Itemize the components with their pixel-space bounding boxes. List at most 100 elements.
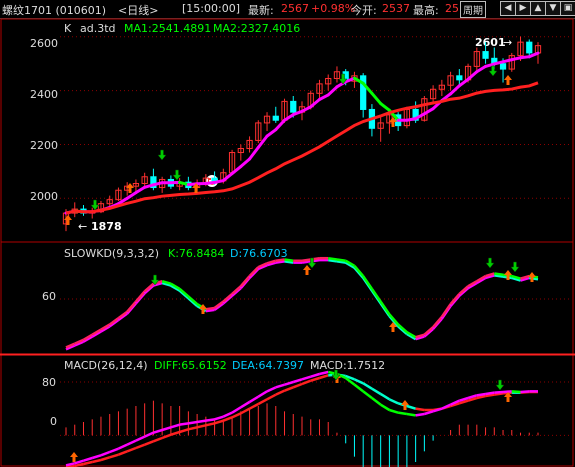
macd-diff-segment bbox=[397, 411, 408, 416]
macd-diff-segment bbox=[74, 459, 84, 465]
ma-fast-segment bbox=[422, 107, 435, 116]
kd-label: SLOWKD(9,3,3,2) bbox=[64, 247, 159, 260]
ma-fast-segment bbox=[309, 98, 321, 109]
macd-dea-segment bbox=[362, 382, 373, 390]
buy-arrow-icon bbox=[528, 272, 536, 282]
macd-diff-segment bbox=[117, 443, 128, 450]
macd-diff-segment bbox=[248, 395, 259, 404]
macd-dea-segment bbox=[135, 443, 146, 450]
ma-fast-segment bbox=[326, 85, 339, 97]
macd-dea-segment bbox=[179, 428, 189, 434]
price-tick: 2400 bbox=[30, 88, 58, 101]
macd-dea-segment bbox=[126, 446, 137, 453]
ma-fast-segment bbox=[527, 51, 540, 59]
buy-arrow-icon bbox=[504, 75, 512, 85]
macd-dea-segment bbox=[266, 393, 277, 401]
macd-dea-segment bbox=[319, 374, 329, 380]
ma-fast-segment bbox=[370, 91, 383, 106]
macd-dea-segment bbox=[109, 453, 119, 459]
price-tick: 2000 bbox=[30, 190, 58, 203]
macd-dea-segment bbox=[257, 398, 268, 406]
high-marker-label: 2601 bbox=[475, 36, 506, 49]
ma-fast-segment bbox=[230, 165, 243, 176]
macd-diff-segment bbox=[319, 370, 329, 376]
macd-dea-value: DEA:64.7397 bbox=[232, 359, 304, 372]
sell-arrow-icon bbox=[488, 65, 498, 77]
ma-fast-segment bbox=[256, 134, 269, 149]
macd-dea-segment bbox=[231, 412, 242, 419]
macd-diff-value: DIFF:65.6152 bbox=[154, 359, 227, 372]
macd-diff-segment bbox=[353, 383, 364, 393]
macd-dea-segment bbox=[248, 402, 259, 410]
macd-dea-segment bbox=[152, 436, 163, 443]
macd-dea-segment bbox=[170, 430, 180, 436]
ma-fast-segment bbox=[379, 102, 391, 112]
macd-macd-value: MACD:1.7512 bbox=[310, 359, 385, 372]
kd-k-value: K:76.8484 bbox=[168, 247, 224, 260]
macd-diff-segment bbox=[301, 375, 312, 381]
candle-body bbox=[272, 115, 279, 121]
macd-diff-segment bbox=[520, 390, 530, 394]
price-tick: 2200 bbox=[30, 139, 58, 152]
macd-diff-segment bbox=[222, 411, 233, 418]
macd-diff-segment bbox=[362, 390, 373, 399]
macd-dea-segment bbox=[144, 440, 154, 446]
ma-fast-segment bbox=[248, 145, 260, 161]
macd-diff-segment bbox=[406, 412, 416, 417]
price-tick: 2600 bbox=[30, 37, 58, 50]
ma-fast-segment bbox=[449, 84, 461, 96]
candle-body bbox=[456, 75, 463, 81]
macd-dea-segment bbox=[100, 456, 111, 462]
legend-ad: ad.3td bbox=[80, 22, 116, 35]
ma-fast-segment bbox=[274, 118, 287, 132]
high-marker-arrow: → bbox=[503, 36, 512, 49]
macd-diff-segment bbox=[275, 383, 285, 389]
macd-diff-segment bbox=[179, 422, 189, 426]
macd-diff-segment bbox=[424, 410, 434, 416]
macd-diff-segment bbox=[389, 408, 399, 414]
macd-tick: 0 bbox=[50, 415, 57, 428]
legend-k: K bbox=[64, 22, 72, 35]
macd-dea-segment bbox=[83, 460, 93, 466]
macd-diff-segment bbox=[109, 447, 119, 454]
candle-body bbox=[211, 177, 218, 182]
macd-diff-segment bbox=[257, 390, 268, 398]
kd-k-segment bbox=[328, 256, 338, 261]
macd-diff-segment bbox=[91, 454, 102, 460]
macd-diff-segment bbox=[144, 431, 154, 438]
kd-tick: 60 bbox=[42, 290, 56, 303]
kd-k-segment bbox=[494, 272, 504, 277]
kd-k-segment bbox=[370, 288, 382, 303]
macd-diff-segment bbox=[100, 450, 111, 457]
candle-body bbox=[526, 41, 533, 54]
macd-diff-segment bbox=[511, 390, 521, 394]
macd-diff-segment bbox=[205, 418, 215, 422]
macd-diff-segment bbox=[153, 428, 163, 434]
candle-body bbox=[290, 100, 297, 113]
kd-k-segment bbox=[284, 258, 294, 262]
macd-diff-segment bbox=[126, 439, 137, 446]
kd-k-segment bbox=[379, 300, 391, 316]
macd-diff-segment bbox=[502, 390, 512, 394]
macd-dea-segment bbox=[371, 387, 382, 396]
macd-dea-segment bbox=[240, 407, 251, 415]
macd-dea-segment bbox=[388, 398, 399, 405]
candle-body bbox=[482, 51, 489, 59]
macd-diff-segment bbox=[476, 392, 486, 397]
legend-ma2: MA2:2327.4016 bbox=[213, 22, 300, 35]
sell-arrow-icon bbox=[510, 261, 520, 273]
macd-dea-segment bbox=[214, 419, 224, 425]
kd-k-segment bbox=[362, 275, 373, 290]
macd-diff-segment bbox=[371, 397, 382, 406]
macd-dea-segment bbox=[117, 450, 128, 456]
macd-dea-segment bbox=[301, 379, 312, 386]
macd-dea-segment bbox=[222, 416, 233, 422]
kd-k-segment bbox=[336, 258, 346, 262]
sell-arrow-icon bbox=[157, 149, 167, 161]
macd-dea-segment bbox=[292, 382, 303, 389]
macd-diff-segment bbox=[380, 403, 391, 412]
legend-ma1: MA1:2541.4891 bbox=[124, 22, 211, 35]
ma-fast-segment bbox=[475, 64, 488, 74]
macd-tick: 80 bbox=[42, 376, 56, 389]
ma-fast-segment bbox=[221, 172, 234, 183]
